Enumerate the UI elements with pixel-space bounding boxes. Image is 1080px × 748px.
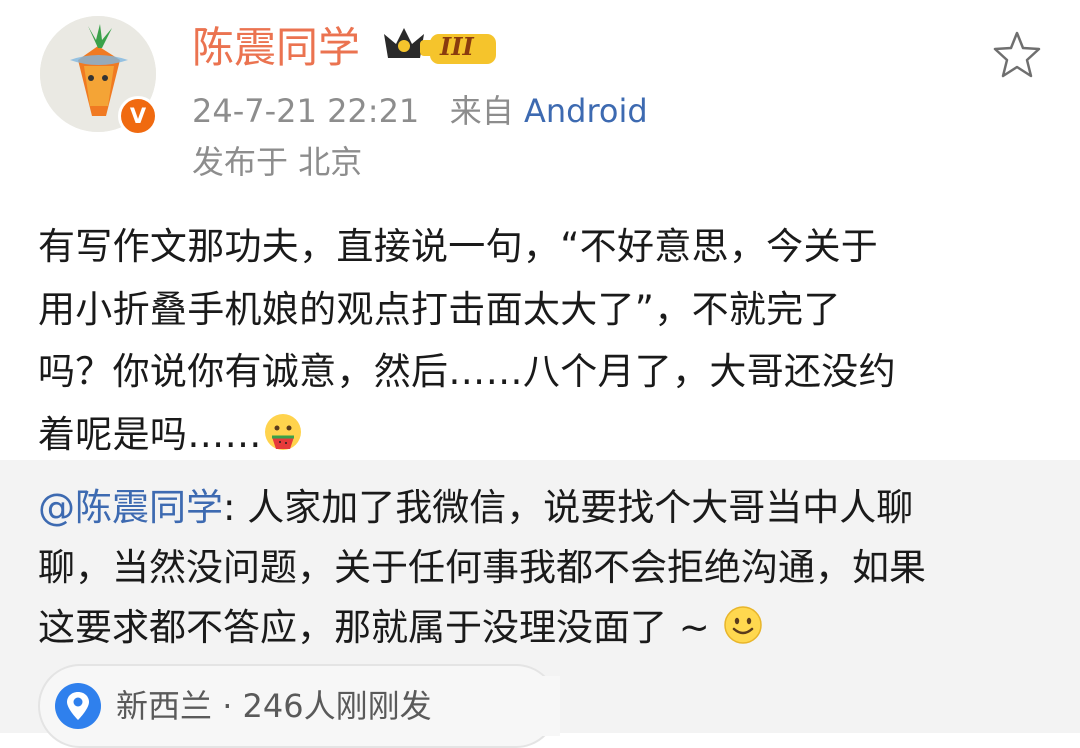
post-body-line: 用小折叠手机娘的观点打击面太大了”，不就完了	[38, 287, 841, 331]
rank-badge[interactable]: III	[382, 24, 502, 74]
repost-line-1: @陈震同学: 人家加了我微信，说要找个大哥当中人聊	[38, 478, 1048, 538]
smile-emoji-icon	[722, 604, 764, 664]
username[interactable]: 陈震同学	[192, 20, 360, 76]
verified-badge: V	[118, 96, 158, 136]
post-meta: 24-7-21 22:21 来自 Android	[192, 89, 648, 133]
location-chip-fade	[430, 676, 560, 736]
repost-text: @陈震同学: 人家加了我微信，说要找个大哥当中人聊 聊，当然没问题，关于任何事我…	[38, 478, 1048, 658]
favorite-button[interactable]	[990, 28, 1044, 82]
post-body-line: 吗？你说你有诚意，然后……八个月了，大哥还没约	[38, 350, 896, 393]
post-body-line: 有写作文那功夫，直接说一句，“不好意思，今关于	[38, 225, 879, 268]
post-body-line-last: 着呢是吗……	[38, 404, 1048, 467]
timestamp: 24-7-21 22:21	[192, 92, 420, 130]
location-name: 北京	[298, 143, 363, 181]
repost-line-2: 聊，当然没问题，关于任何事我都不会拒绝沟通，如果	[38, 546, 926, 589]
mention-separator: :	[223, 486, 236, 529]
location-dot: ·	[222, 687, 233, 725]
repost-line-3: 这要求都不答应，那就属于没理没面了 ~	[38, 598, 1048, 658]
post-body-line: 着呢是吗……	[38, 412, 262, 456]
location-pin-icon	[54, 680, 102, 736]
repost-text-segment: 这要求都不答应，那就属于没理没面了 ~	[38, 606, 710, 649]
star-icon	[993, 31, 1041, 78]
client-link[interactable]: Android	[524, 92, 648, 130]
post-location: 发布于 北京	[192, 140, 362, 184]
post-body: 有写作文那功夫，直接说一句，“不好意思，今关于 用小折叠手机娘的观点打击面太大了…	[38, 216, 1048, 466]
repost-text-segment: 人家加了我微信，说要找个大哥当中人聊	[235, 486, 914, 529]
location-place: 新西兰	[116, 687, 213, 725]
location-chip-text: 新西兰 · 246人刚刚发	[116, 684, 432, 728]
rank-level-label: III	[440, 32, 474, 61]
location-prefix: 发布于	[192, 143, 289, 181]
from-label: 来自	[449, 92, 514, 130]
mention-link[interactable]: @陈震同学	[38, 486, 223, 529]
verified-mark: V	[129, 104, 147, 128]
location-visitors: 246人刚刚发	[242, 687, 432, 725]
